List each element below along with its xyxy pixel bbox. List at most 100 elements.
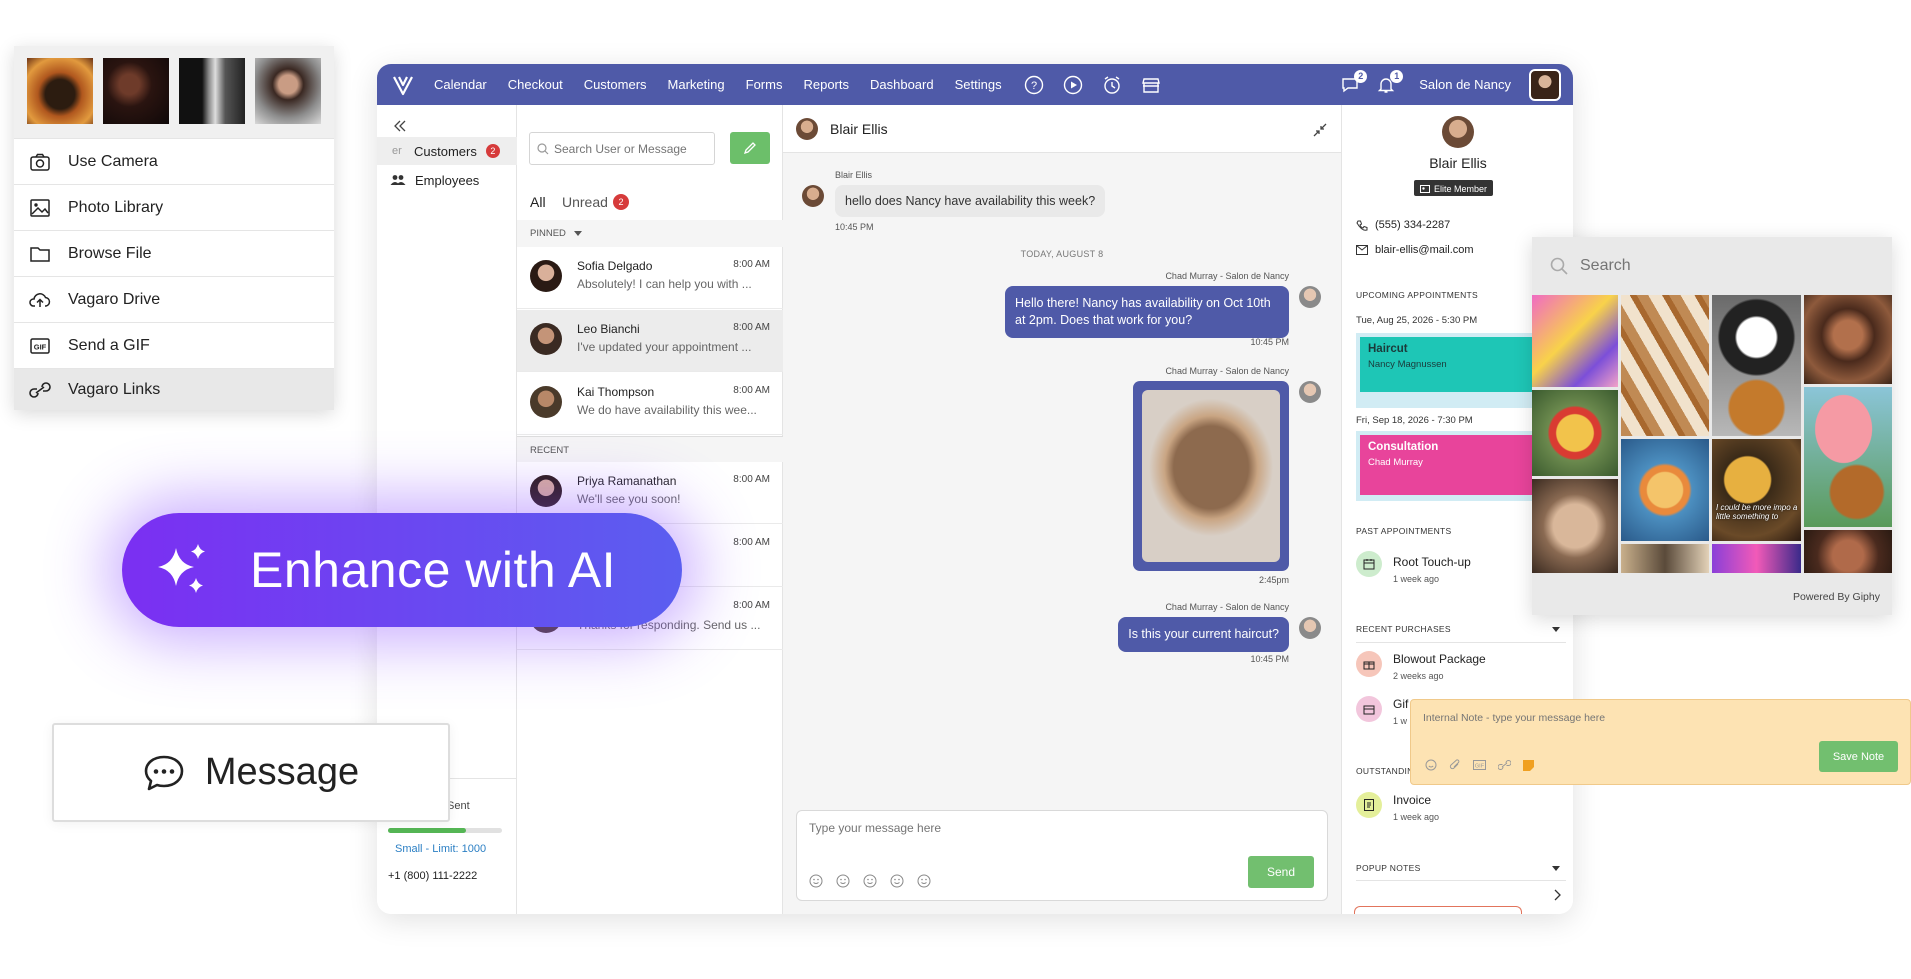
- menu-use-camera[interactable]: Use Camera: [14, 138, 334, 184]
- profile-name: Blair Ellis: [1429, 155, 1487, 171]
- gif-thumbnail[interactable]: [1532, 295, 1618, 387]
- sidebar-item-employees[interactable]: Employees: [377, 166, 517, 194]
- nav-marketing[interactable]: Marketing: [668, 77, 725, 92]
- popup-note-card[interactable]: [1354, 906, 1522, 914]
- tab-unread[interactable]: Unread: [562, 194, 608, 210]
- gif-icon: GIF: [28, 334, 52, 358]
- nav-checkout[interactable]: Checkout: [508, 77, 563, 92]
- photo-thumbnail[interactable]: [255, 58, 321, 124]
- gif-thumbnail[interactable]: [1532, 479, 1618, 573]
- conversation-preview: We do have availability this wee...: [577, 403, 757, 417]
- profile-phone[interactable]: (555) 334-2287: [1375, 219, 1450, 231]
- message-button-label: Message: [204, 751, 360, 793]
- messages-icon[interactable]: 2: [1339, 69, 1368, 96]
- search-box[interactable]: [529, 132, 715, 165]
- menu-browse-file[interactable]: Browse File: [14, 230, 334, 276]
- emoji-icon[interactable]: [863, 874, 877, 888]
- caret-down-icon: [573, 231, 582, 236]
- giphy-search-input[interactable]: [1580, 257, 1880, 275]
- profile-avatar[interactable]: [1442, 116, 1474, 148]
- message-button[interactable]: Message: [52, 723, 450, 822]
- emoji-icon[interactable]: [890, 874, 904, 888]
- emoji-icon[interactable]: [917, 874, 931, 888]
- gif-thumbnail[interactable]: [1804, 530, 1892, 573]
- link-icon[interactable]: [1498, 760, 1511, 770]
- storefront-icon[interactable]: [1140, 74, 1162, 96]
- caret-down-icon[interactable]: [1552, 866, 1560, 871]
- sidebar-item-customers[interactable]: er Customers 2: [377, 137, 517, 165]
- menu-send-gif[interactable]: GIF Send a GIF: [14, 322, 334, 368]
- conversation-row[interactable]: Sofia Delgado 8:00 AM Absolutely! I can he…: [517, 247, 783, 309]
- search-input[interactable]: [554, 141, 704, 156]
- send-button[interactable]: Send: [1248, 856, 1314, 888]
- tab-all[interactable]: All: [530, 194, 546, 210]
- purchase-title[interactable]: Gif: [1393, 697, 1408, 711]
- paperclip-icon[interactable]: [1449, 759, 1461, 771]
- gif-thumbnail[interactable]: [1804, 295, 1892, 384]
- photo-thumbnail[interactable]: [27, 58, 93, 124]
- top-nav-bar: Calendar Checkout Customers Marketing Fo…: [377, 64, 1573, 105]
- vagaro-logo-icon[interactable]: [390, 72, 416, 98]
- nav-forms[interactable]: Forms: [746, 77, 783, 92]
- gif-icon[interactable]: GIF: [1473, 760, 1486, 770]
- conversation-name: Priya Ramanathan: [577, 474, 677, 488]
- photo-thumbnail[interactable]: [103, 58, 169, 124]
- cloud-upload-icon: [28, 288, 52, 312]
- nav-settings[interactable]: Settings: [955, 77, 1002, 92]
- gif-thumbnail[interactable]: [1621, 439, 1709, 541]
- profile-email[interactable]: blair-ellis@mail.com: [1375, 244, 1474, 256]
- enhance-with-ai-button[interactable]: Enhance with AI: [122, 513, 682, 627]
- emoji-icon[interactable]: [836, 874, 850, 888]
- photo-thumbnail[interactable]: [179, 58, 245, 124]
- menu-vagaro-links[interactable]: Vagaro Links: [14, 368, 334, 410]
- nav-dashboard[interactable]: Dashboard: [870, 77, 934, 92]
- chevron-right-icon[interactable]: [1554, 889, 1561, 901]
- minimize-chat-icon[interactable]: [1313, 123, 1327, 137]
- gif-thumbnail[interactable]: [1712, 295, 1801, 436]
- collapse-sidebar-icon[interactable]: [393, 120, 407, 132]
- conversation-row[interactable]: Kai Thompson 8:00 AM We do have availabili…: [517, 373, 783, 435]
- plan-link[interactable]: Small - Limit: 1000: [395, 843, 486, 855]
- menu-vagaro-drive[interactable]: Vagaro Drive: [14, 276, 334, 322]
- nav-calendar[interactable]: Calendar: [434, 77, 487, 92]
- past-appointment-title[interactable]: Root Touch-up: [1393, 555, 1471, 569]
- alarm-clock-icon[interactable]: [1101, 74, 1123, 96]
- gif-thumbnail[interactable]: [1804, 387, 1892, 527]
- message-bubble-incoming: hello does Nancy have availability this …: [835, 185, 1106, 217]
- gif-thumbnail[interactable]: [1621, 295, 1709, 436]
- emoji-icon[interactable]: [1425, 759, 1437, 771]
- gif-thumbnail[interactable]: [1532, 390, 1618, 476]
- unread-badge: 2: [613, 194, 629, 210]
- gif-thumbnail[interactable]: [1712, 544, 1801, 573]
- nav-reports[interactable]: Reports: [803, 77, 849, 92]
- message-image-bubble[interactable]: [1133, 381, 1289, 571]
- user-avatar[interactable]: [1529, 68, 1561, 101]
- nav-customers[interactable]: Customers: [584, 77, 647, 92]
- link-icon: [28, 378, 52, 402]
- help-icon[interactable]: ?: [1023, 74, 1045, 96]
- compose-button[interactable]: [730, 132, 770, 164]
- sticky-note-icon[interactable]: [1523, 759, 1534, 771]
- play-video-icon[interactable]: [1062, 74, 1084, 96]
- message-sender: Chad Murray - Salon de Nancy: [1165, 271, 1289, 281]
- conversation-row[interactable]: Leo Bianchi 8:00 AM I've updated your appo…: [517, 310, 783, 372]
- contact-avatar[interactable]: [796, 118, 818, 140]
- pinned-header[interactable]: PINNED: [517, 220, 783, 247]
- message-sender: Chad Murray - Salon de Nancy: [1165, 602, 1289, 612]
- gif-thumbnail[interactable]: I could be more impo a little something …: [1712, 439, 1801, 541]
- save-note-button[interactable]: Save Note: [1819, 741, 1898, 772]
- business-name[interactable]: Salon de Nancy: [1419, 77, 1511, 92]
- internal-note-input[interactable]: [1423, 712, 1803, 732]
- emoji-icon[interactable]: [809, 874, 823, 888]
- purchase-title[interactable]: Blowout Package: [1393, 652, 1486, 666]
- giphy-search[interactable]: [1532, 237, 1892, 295]
- caret-down-icon[interactable]: [1552, 627, 1560, 632]
- staff-avatar: [1299, 617, 1321, 639]
- gif-thumbnail[interactable]: [1621, 544, 1709, 573]
- menu-photo-library[interactable]: Photo Library: [14, 184, 334, 230]
- notifications-bell-icon[interactable]: 1: [1375, 69, 1404, 96]
- staff-avatar: [1299, 381, 1321, 403]
- gift-box-icon: [1356, 651, 1382, 677]
- outstanding-title[interactable]: Invoice: [1393, 793, 1431, 807]
- message-input[interactable]: [809, 821, 1249, 851]
